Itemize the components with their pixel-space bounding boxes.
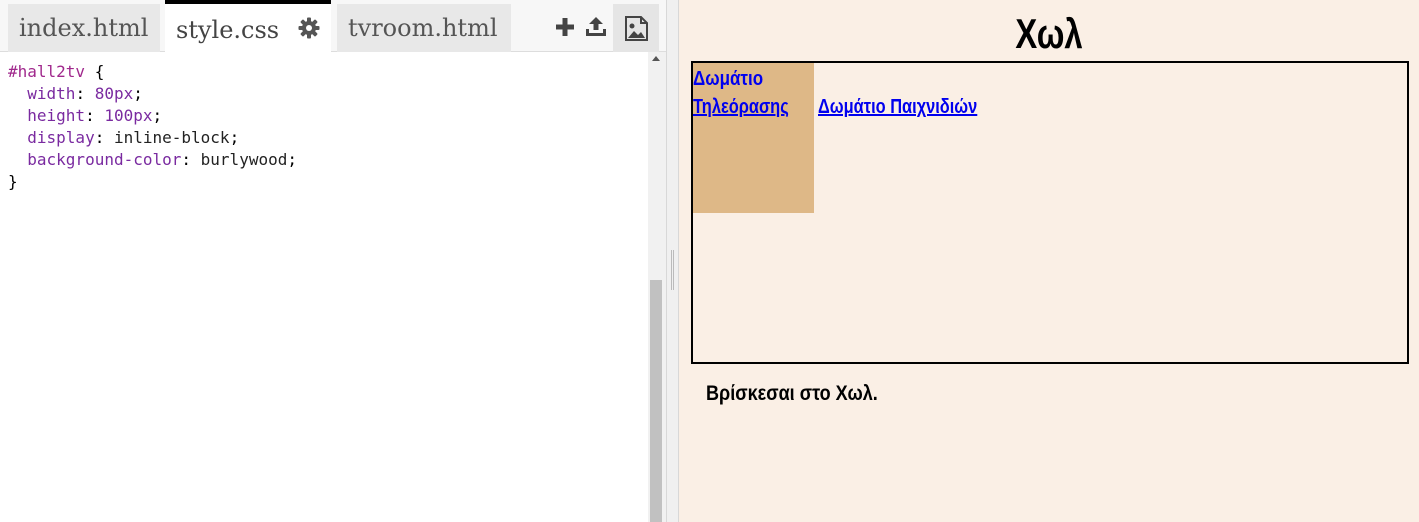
css-value: 80px (94, 84, 134, 103)
css-property: height (27, 106, 86, 125)
file-tab-bar: index.html style.css tvroom.html (0, 0, 666, 52)
scrollbar-thumb[interactable] (650, 280, 662, 522)
css-property: background-color (27, 150, 182, 169)
add-file-icon[interactable] (552, 14, 578, 40)
close-brace: } (8, 172, 18, 191)
css-value: inline-block (113, 128, 230, 147)
upload-icon[interactable] (583, 14, 609, 40)
hall-container: Δωμάτιο Τηλεόρασης Δωμάτιο Παιχνιδιών (691, 61, 1409, 364)
tv-room-link[interactable]: Δωμάτιο (693, 65, 763, 93)
open-brace: { (85, 62, 105, 81)
tv-room-link[interactable]: Τηλεόρασης (693, 93, 789, 121)
tab-index-html[interactable]: index.html (8, 4, 160, 52)
css-property: display (27, 128, 95, 147)
playroom-link[interactable]: Δωμάτιο Παιχνιδιών (818, 93, 977, 121)
css-selector: #hall2tv (8, 62, 86, 81)
page-title: Χωλ (1015, 10, 1083, 57)
code-editor-pane: index.html style.css tvroom.html #hall2t… (0, 0, 666, 522)
css-value: burlywood (200, 150, 288, 169)
grip-icon (671, 250, 674, 290)
tab-tvroom-html[interactable]: tvroom.html (337, 4, 511, 52)
editor-scrollbar[interactable] (648, 52, 666, 522)
pane-resize-handle[interactable] (666, 0, 679, 522)
css-code-area[interactable]: #hall2tv { width: 80px; height: 100px; d… (0, 52, 648, 522)
scroll-up-arrow-icon[interactable] (652, 56, 660, 61)
preview-pane: Χωλ Δωμάτιο Τηλεόρασης Δωμάτιο Παιχνιδιώ… (679, 0, 1419, 522)
image-icon[interactable] (613, 4, 659, 52)
gear-icon[interactable] (297, 16, 321, 40)
css-property: width (27, 84, 76, 103)
location-status: Βρίσκεσαι στο Χωλ. (706, 382, 878, 405)
css-value: 100px (104, 106, 153, 125)
